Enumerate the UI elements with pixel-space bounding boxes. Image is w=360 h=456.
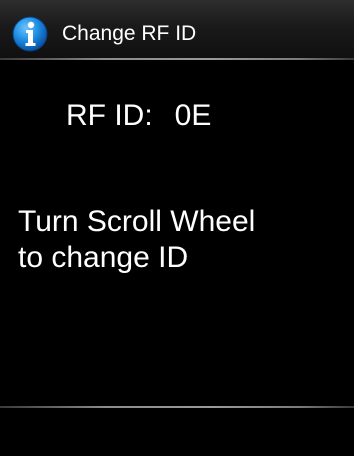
title-bar: Change RF ID <box>0 0 354 58</box>
device-screen: Change RF ID RF ID: 0E Turn Scroll Wheel … <box>0 0 354 456</box>
page-title: Change RF ID <box>62 22 197 45</box>
instruction-line-1: Turn Scroll Wheel <box>18 205 256 238</box>
header-divider <box>0 58 354 60</box>
softkey-bar <box>0 408 354 456</box>
rfid-label: RF ID: <box>66 99 153 132</box>
rfid-display: RF ID: 0E <box>66 98 211 134</box>
instruction-line-2: to change ID <box>18 241 189 274</box>
instruction-text: Turn Scroll Wheel to change ID <box>18 204 255 276</box>
rfid-value: 0E <box>174 99 212 132</box>
info-icon <box>12 16 48 52</box>
